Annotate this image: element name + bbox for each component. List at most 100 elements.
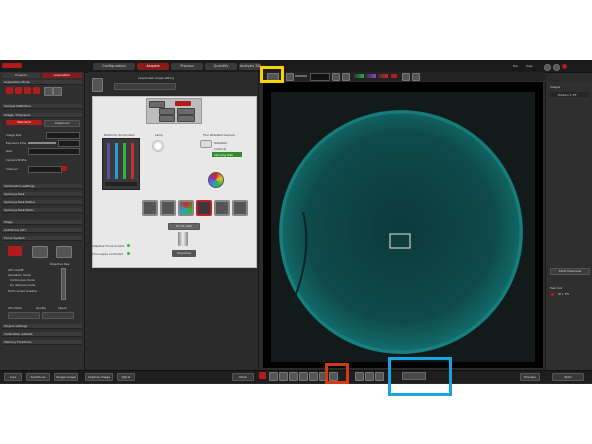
section-acquisition-mode[interactable]: Acquisition Mode: [2, 80, 82, 85]
tile-tool-11-icon[interactable]: [375, 372, 384, 381]
label-continuous-mode[interactable]: Continuous mode: [10, 278, 35, 282]
menu-help[interactable]: Help: [526, 64, 532, 68]
exposure-field[interactable]: [58, 140, 80, 147]
task-list-item-icon[interactable]: [551, 293, 554, 296]
mode-button-5[interactable]: [44, 87, 53, 96]
tab-acquire[interactable]: Acquire: [137, 63, 169, 70]
camera-option-confocal[interactable]: Confocal: [214, 147, 226, 151]
section-spinning-disk[interactable]: Spinning Disk: [2, 192, 82, 197]
option-speed[interactable]: Speed: [58, 306, 67, 310]
close-icon[interactable]: [562, 64, 567, 69]
label-hold-position[interactable]: Hold current position: [8, 289, 37, 293]
focus-button-1[interactable]: [8, 246, 22, 256]
focus-button-2[interactable]: [32, 246, 48, 258]
filter-slot-2[interactable]: [175, 101, 191, 106]
tile-tool-6-icon[interactable]: [309, 372, 318, 381]
info-icon[interactable]: [553, 64, 560, 71]
focus-action-button-1[interactable]: [8, 312, 40, 319]
viewer-tool-2-icon[interactable]: [286, 73, 294, 81]
viewer-tool-5-icon[interactable]: [402, 73, 410, 81]
section-illumination[interactable]: Illumination settings: [2, 184, 82, 189]
channel-bar-red-2[interactable]: [391, 74, 397, 78]
autofocus-button[interactable]: Autofocus: [26, 373, 50, 381]
mode-button-6[interactable]: [53, 87, 62, 96]
light-path-selector[interactable]: [114, 83, 176, 90]
channel-field[interactable]: [28, 166, 62, 173]
option-quality[interactable]: Quality: [36, 306, 46, 310]
filter-slot-5[interactable]: [159, 115, 175, 122]
tile-tool-4-icon[interactable]: [289, 372, 298, 381]
tab-process[interactable]: Process: [171, 63, 203, 70]
laser-slider-640[interactable]: [131, 143, 134, 179]
focus-scale[interactable]: [61, 268, 66, 300]
image-size-field[interactable]: [46, 132, 80, 139]
viewer-tool-3-icon[interactable]: [332, 73, 340, 81]
tab-configuration[interactable]: Configuration: [93, 63, 135, 70]
objective-selector[interactable]: HC PL APO: [168, 223, 200, 230]
filter-slot-4[interactable]: [177, 108, 195, 115]
filter-slot-6[interactable]: [177, 115, 195, 122]
mode-button-y[interactable]: [15, 87, 22, 94]
focus-button-3[interactable]: [56, 246, 72, 258]
lock-icon[interactable]: [92, 78, 103, 92]
viewer-tool-4-icon[interactable]: [342, 73, 350, 81]
tile-tool-3-icon[interactable]: [279, 372, 288, 381]
objective-icon[interactable]: [178, 232, 188, 246]
camera-option-spinning-disk[interactable]: Spinning Disk: [214, 153, 233, 157]
tile-tool-1-icon[interactable]: [259, 372, 266, 379]
section-sd-motor[interactable]: Spinning Disk Motor: [2, 208, 82, 213]
task-list-item[interactable]: ID 1 TIS: [558, 292, 569, 296]
channel-bar-green[interactable]: [354, 74, 364, 78]
section-autofocus[interactable]: Autofocus (AF): [2, 228, 82, 233]
filter-wheel-1[interactable]: [142, 200, 158, 216]
tab-quantify[interactable]: Quantify: [205, 63, 237, 70]
single-image-button[interactable]: Single image: [54, 373, 78, 381]
capture-image-button[interactable]: Capture image: [85, 373, 113, 381]
camera-option-widefield[interactable]: Widefield: [214, 141, 227, 145]
filter-wheel-4[interactable]: [196, 200, 212, 216]
objective-name[interactable]: Objective: [172, 250, 196, 257]
tab-analysis-3d[interactable]: Analysis 3D: [239, 63, 261, 70]
laser-toggle-row[interactable]: [105, 182, 137, 186]
menu-file[interactable]: File: [513, 64, 518, 68]
start-overview-button[interactable]: Start Overview: [550, 268, 590, 275]
section-calibration[interactable]: Calibration wizards: [2, 332, 82, 337]
channel-bar-red[interactable]: [378, 74, 388, 78]
section-sd-status[interactable]: Spinning Disk Status: [2, 200, 82, 205]
mode-button-z[interactable]: [24, 87, 31, 94]
filter-slot-1[interactable]: [149, 101, 165, 108]
laser-slider-488[interactable]: [115, 143, 118, 179]
spiral-button[interactable]: Spiral: [117, 373, 135, 381]
tab-advanced[interactable]: Advanced: [44, 120, 80, 127]
mode-button-t[interactable]: [33, 87, 40, 94]
live-button[interactable]: Live: [4, 373, 22, 381]
section-stage[interactable]: Stage: [2, 220, 82, 225]
section-focus-system[interactable]: Focus System: [2, 236, 82, 241]
zoom-slider[interactable]: [295, 75, 307, 77]
filter-wheel-3[interactable]: [178, 200, 194, 216]
filter-wheel-6[interactable]: [232, 200, 248, 216]
lamp-icon[interactable]: [152, 140, 164, 152]
start-button[interactable]: Start: [552, 373, 584, 381]
tab-standard[interactable]: Standard: [6, 120, 42, 125]
tab-projects[interactable]: Projects: [2, 73, 40, 78]
image-list-item-label[interactable]: Position 1 TIF: [558, 93, 577, 97]
gain-field[interactable]: [28, 148, 80, 155]
section-memory[interactable]: Memory Functions: [2, 340, 82, 345]
image-viewer[interactable]: [263, 82, 543, 368]
label-on-demand-mode[interactable]: On demand mode: [10, 283, 35, 287]
filter-wheel-2[interactable]: [160, 200, 176, 216]
tile-tool-5-icon[interactable]: [299, 372, 308, 381]
mark-button[interactable]: Mark: [232, 373, 254, 381]
tab-acquisition[interactable]: Acquisition: [42, 73, 82, 78]
focus-action-button-2[interactable]: [42, 312, 74, 319]
filter-slot-3[interactable]: [159, 108, 175, 115]
section-project-settings[interactable]: Project settings: [2, 324, 82, 329]
zoom-field[interactable]: [310, 73, 330, 81]
exposure-slider[interactable]: [28, 142, 56, 144]
settings-icon[interactable]: [544, 64, 551, 71]
tile-tool-9-icon[interactable]: [355, 372, 364, 381]
preview-button[interactable]: Preview: [520, 373, 540, 381]
mode-button-x[interactable]: [6, 87, 13, 94]
tile-tool-10-icon[interactable]: [365, 372, 374, 381]
